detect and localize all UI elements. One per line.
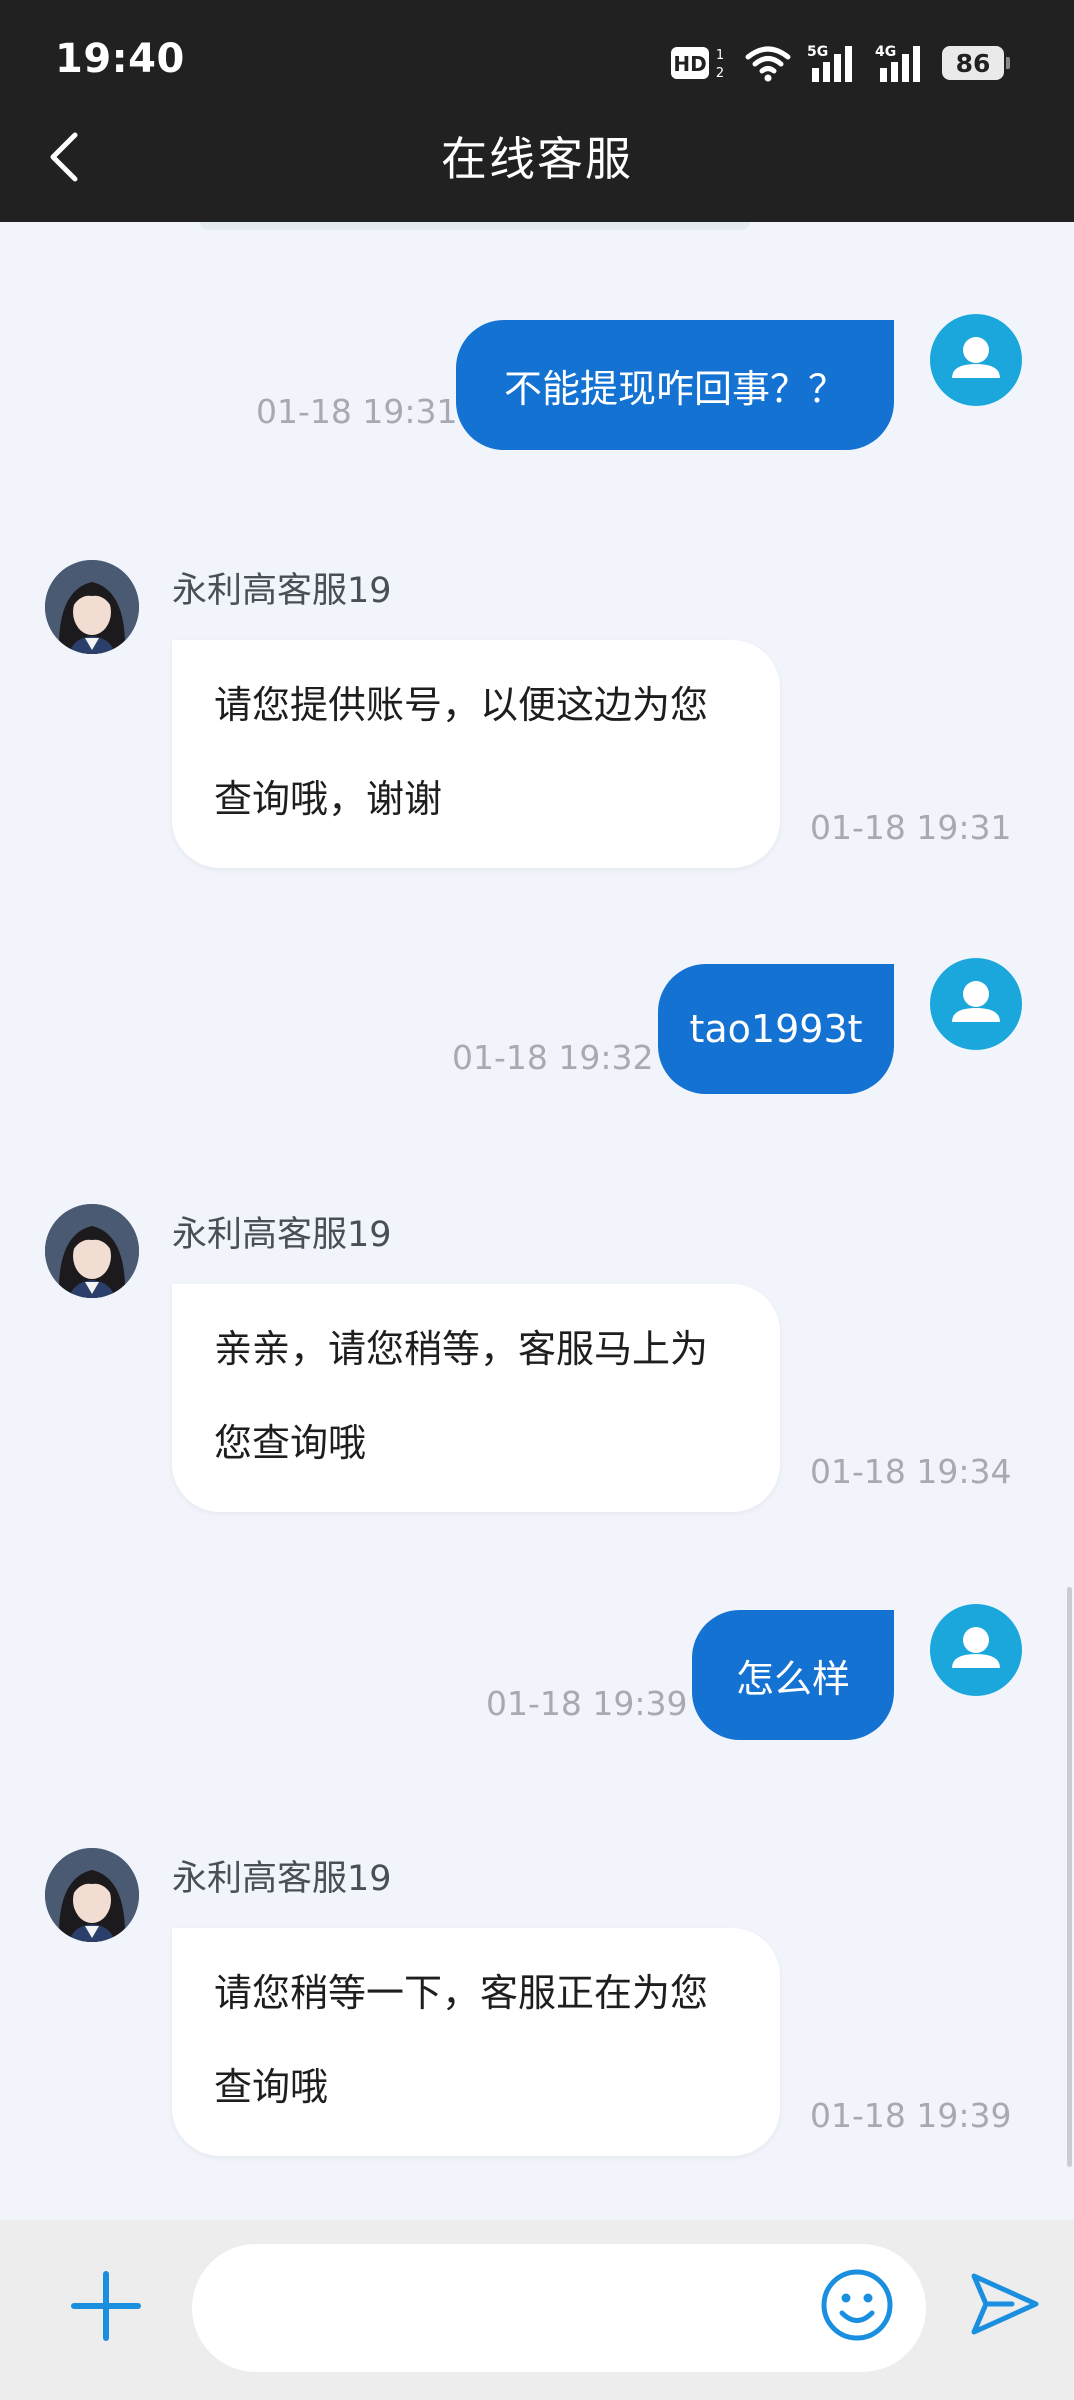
message-bubble-outgoing[interactable]: tao1993t [658,964,894,1094]
attach-button[interactable] [66,2268,146,2348]
message-timestamp: 01-18 19:34 [810,1452,1012,1491]
message-bubble-outgoing[interactable]: 怎么样 [692,1610,894,1740]
message-timestamp: 01-18 19:39 [486,1684,688,1723]
status-time: 19:40 [55,36,185,82]
person-icon [952,337,1000,378]
agent-avatar[interactable] [45,1204,139,1298]
message-text-line: 查询哦 [214,2065,329,2109]
hd-icon: HD 1 2 [670,43,730,83]
send-button[interactable] [964,2266,1044,2346]
agent-name: 永利高客服19 [172,1215,392,1255]
message-text-line: 请您提供账号，以便这边为您 [214,683,709,727]
message-text: tao1993t [689,1007,863,1051]
svg-text:4G: 4G [875,44,896,60]
message-bubble-incoming[interactable]: 请您稍等一下，客服正在为您 查询哦 [172,1928,780,2156]
svg-text:5G: 5G [807,44,828,60]
header: 在线客服 [0,128,1074,222]
message-text-line: 您查询哦 [214,1421,367,1465]
message-text: 不能提现咋回事？？ [503,366,846,411]
user-avatar[interactable] [930,314,1022,406]
chat-messages[interactable]: 不能提现咋回事？？ 01-18 19:31 永利高客服19 请您提供账号，以便这… [0,222,1074,2220]
message-timestamp: 01-18 19:39 [810,2096,1012,2135]
emoji-button[interactable] [818,2268,896,2346]
agent-name: 永利高客服19 [172,1859,392,1899]
user-avatar[interactable] [930,958,1022,1050]
battery-level: 86 [955,48,991,78]
status-bar: 19:40 HD 1 2 5G 4G 86 [0,0,1074,128]
wifi-icon [744,43,792,83]
agent-avatar[interactable] [45,560,139,654]
message-text-line: 亲亲，请您稍等，客服马上为 [214,1327,709,1371]
user-avatar[interactable] [930,1604,1022,1696]
agent-photo-icon [45,1848,139,1942]
send-icon [968,2270,1040,2342]
svg-text:2: 2 [716,66,724,81]
agent-photo-icon [45,1204,139,1298]
message-timestamp: 01-18 19:32 [452,1038,654,1077]
svg-text:HD: HD [673,52,706,76]
message-bubble-incoming[interactable]: 请您提供账号，以便这边为您 查询哦，谢谢 [172,640,780,868]
person-icon [952,981,1000,1022]
plus-icon [70,2270,142,2346]
agent-name: 永利高客服19 [172,571,392,611]
agent-avatar[interactable] [45,1848,139,1942]
svg-text:1: 1 [716,48,724,63]
message-text-line: 查询哦，谢谢 [214,777,443,821]
message-input[interactable] [192,2244,926,2372]
scroll-shadow [200,222,750,230]
emoji-icon [820,2268,894,2346]
message-bubble-outgoing[interactable]: 不能提现咋回事？？ [456,320,894,450]
scrollbar[interactable] [1067,1587,1072,2167]
message-text: 怎么样 [735,1656,850,1701]
message-timestamp: 01-18 19:31 [810,808,1012,847]
signal-4g-icon: 4G [874,42,928,84]
input-bar [0,2220,1074,2400]
message-timestamp: 01-18 19:31 [256,392,458,431]
agent-photo-icon [45,560,139,654]
person-icon [952,1627,1000,1668]
battery-icon: 86 [942,46,1010,80]
page-title: 在线客服 [441,132,633,186]
status-icons: HD 1 2 5G 4G 86 [670,38,1010,88]
signal-5g-icon: 5G [806,42,860,84]
message-text-line: 请您稍等一下，客服正在为您 [214,1971,709,2015]
message-bubble-incoming[interactable]: 亲亲，请您稍等，客服马上为 您查询哦 [172,1284,780,1512]
